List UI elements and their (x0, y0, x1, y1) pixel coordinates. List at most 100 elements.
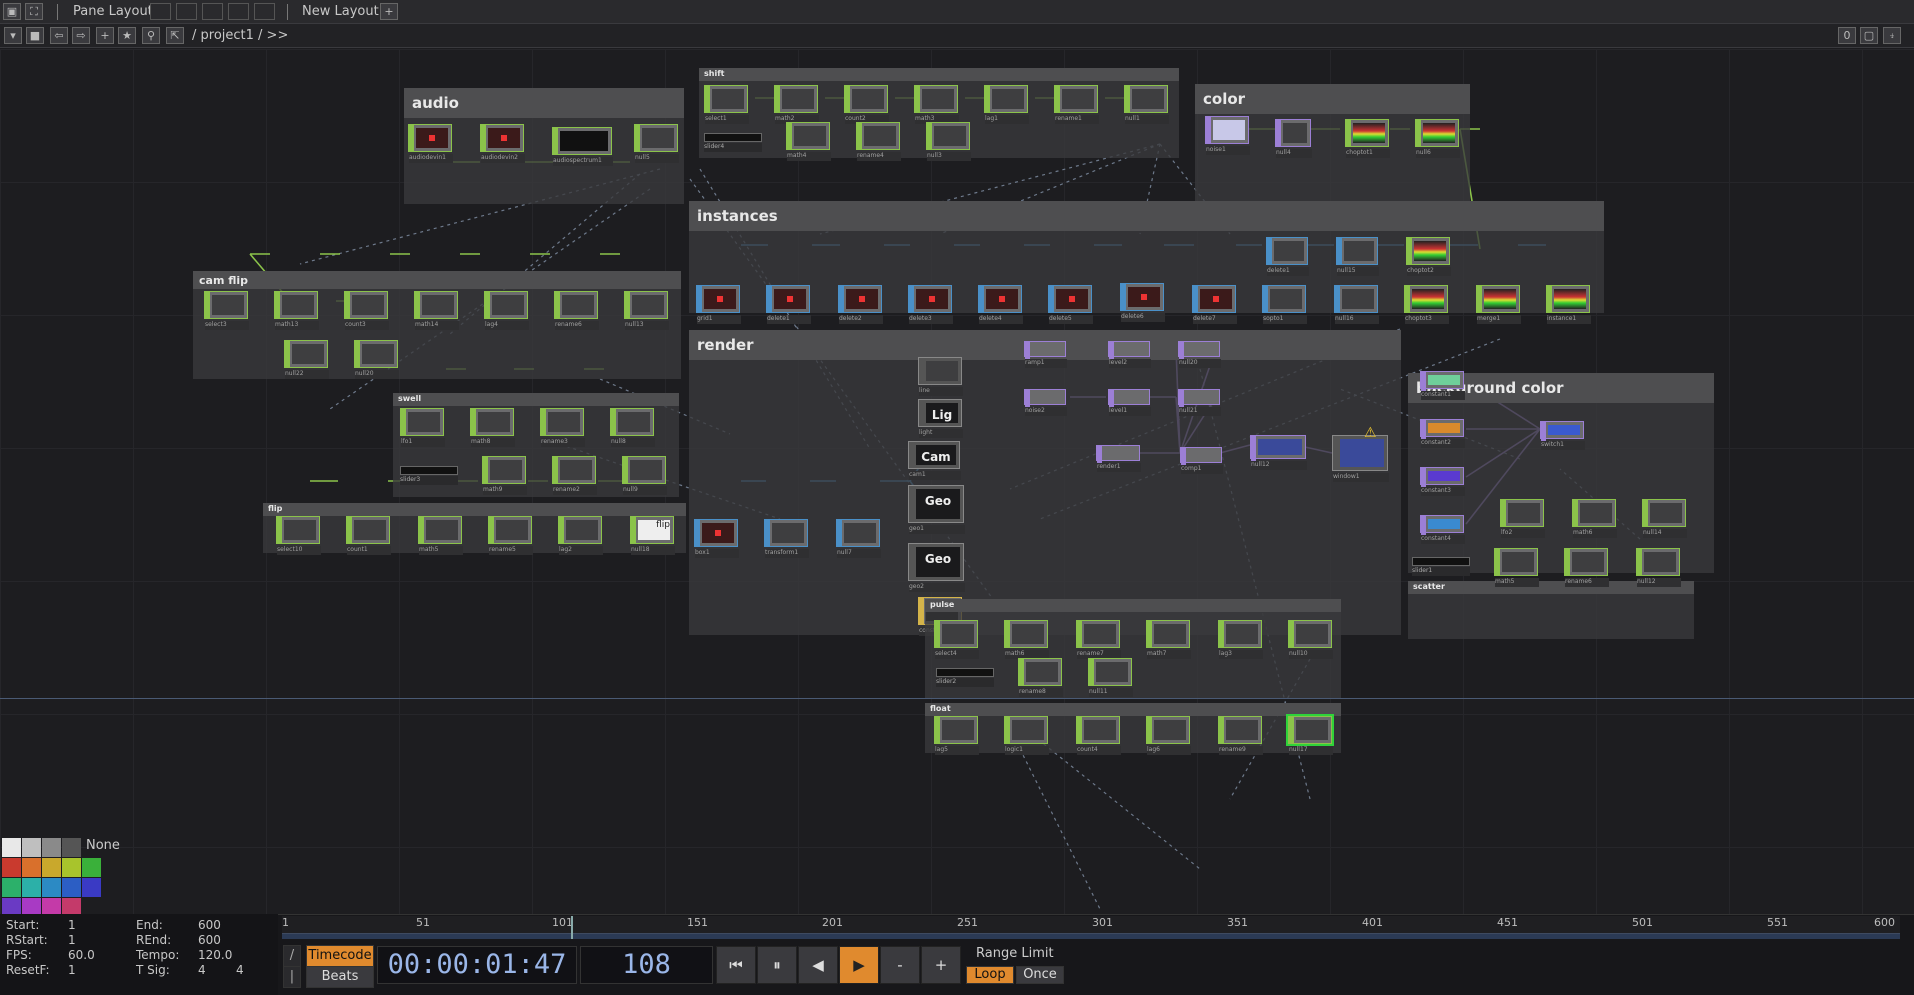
play-button[interactable]: ▶ (839, 946, 879, 984)
chop-node[interactable]: rename4 (856, 122, 901, 161)
chop-node[interactable]: null8 (610, 408, 655, 447)
chop-node[interactable]: null1 (1124, 85, 1169, 124)
chop-node[interactable]: null11 (1088, 658, 1133, 697)
maximize-icon[interactable]: ▢ (1860, 27, 1878, 44)
component-flip[interactable]: flip (263, 503, 686, 553)
tex-node[interactable]: null20 (1178, 341, 1221, 368)
top-node[interactable]: null16 (1334, 285, 1379, 324)
chop-node[interactable]: choptot2 (1406, 237, 1451, 276)
chop-node[interactable]: merge1 (1476, 285, 1521, 324)
chop-node[interactable]: lfo1 (400, 408, 445, 447)
chop-node[interactable]: math6 (1572, 499, 1617, 538)
chop-node[interactable]: rename8 (1018, 658, 1063, 697)
light-node[interactable]: Lig light (918, 399, 963, 438)
chop-node[interactable]: logic1 (1004, 716, 1049, 755)
top-node[interactable]: null15 (1336, 237, 1379, 276)
pause-button[interactable]: ⏸ (757, 946, 797, 984)
tex-node[interactable]: noise2 (1024, 389, 1067, 416)
step-back-button[interactable]: ◀ (798, 946, 838, 984)
forward-arrow-icon[interactable]: ⇨ (72, 27, 90, 44)
timeline-ruler[interactable]: 1 51 101 151 201 251 301 351 401 451 501… (282, 916, 1900, 934)
top-node[interactable]: delete6 (1120, 283, 1165, 322)
top-node[interactable]: delete7 (1192, 285, 1237, 324)
chop-node[interactable]: null12 (1636, 548, 1681, 587)
top-node[interactable]: box1 (694, 519, 739, 558)
add-layout-icon[interactable]: + (380, 3, 398, 20)
chop-node[interactable]: null22 (284, 340, 329, 379)
bar-icon[interactable]: | (283, 966, 301, 988)
palette-swatch[interactable] (2, 878, 21, 897)
tsig-denominator[interactable]: 4 (236, 963, 244, 977)
playhead[interactable] (571, 916, 573, 939)
tex-node[interactable]: ramp1 (1024, 341, 1067, 368)
chop-node[interactable]: lag6 (1146, 716, 1191, 755)
back-arrow-icon[interactable]: ⇦ (50, 27, 68, 44)
geo-node[interactable]: Geo geo2 (908, 543, 965, 592)
chop-node[interactable]: select1 (704, 85, 749, 124)
chop-node[interactable]: instance1 (1546, 285, 1591, 324)
chop-node[interactable]: choptot3 (1404, 285, 1449, 324)
chop-node[interactable]: lag2 (558, 516, 603, 555)
chop-node[interactable]: lfo2 (1500, 499, 1545, 538)
tex-node[interactable]: constant3 (1420, 467, 1465, 496)
component-float[interactable]: float (925, 703, 1341, 753)
tex-node[interactable]: render1 (1096, 445, 1141, 472)
chop-node[interactable]: lag3 (1218, 620, 1263, 659)
palette-swatch[interactable] (2, 838, 21, 857)
fps-value[interactable]: 60.0 (68, 948, 95, 962)
chop-node[interactable]: rename6 (1564, 548, 1609, 587)
palette-swatch[interactable] (2, 858, 21, 877)
chop-node[interactable]: select3 (204, 291, 249, 330)
chop-node[interactable]: audiodevin1 (408, 124, 453, 163)
start-value[interactable]: 1 (68, 918, 76, 932)
chop-node[interactable]: choptot1 (1345, 119, 1390, 158)
top-node[interactable]: null7 (836, 519, 881, 558)
resetf-value[interactable]: 1 (68, 963, 76, 977)
chop-node[interactable]: rename6 (554, 291, 599, 330)
stop-icon[interactable]: ■ (26, 27, 44, 44)
timeline-range-bar[interactable] (282, 934, 1900, 939)
chop-node[interactable]: select4 (934, 620, 979, 659)
chop-node[interactable]: rename9 (1218, 716, 1263, 755)
end-value[interactable]: 600 (198, 918, 221, 932)
top-node[interactable]: delete4 (978, 285, 1023, 324)
chop-node[interactable]: null14 (1642, 499, 1687, 538)
tex-node[interactable]: null4 (1275, 119, 1312, 158)
tex-node[interactable]: comp1 (1180, 447, 1223, 474)
palette-swatch[interactable] (82, 858, 101, 877)
tex-node[interactable]: noise1 (1205, 116, 1250, 155)
warning-icon[interactable]: ⚠ (1364, 425, 1377, 441)
layout-four-button[interactable] (254, 3, 275, 20)
tempo-value[interactable]: 120.0 (198, 948, 232, 962)
chop-node[interactable]: rename1 (1054, 85, 1099, 124)
chop-node[interactable]: math2 (774, 85, 819, 124)
frame-display[interactable]: 108 (580, 946, 713, 984)
slider-widget[interactable] (936, 668, 994, 677)
top-node[interactable]: delete1 (766, 285, 811, 324)
palette-swatch[interactable] (42, 838, 61, 857)
chop-node[interactable]: count4 (1076, 716, 1121, 755)
chop-node[interactable]: select10 (276, 516, 321, 555)
layout-split-h-button[interactable] (202, 3, 223, 20)
step-minus-button[interactable]: - (880, 946, 920, 984)
once-button[interactable]: Once (1016, 966, 1064, 984)
network-editor[interactable]: audio audiodevin1 audiodevin2 audiospect… (0, 49, 1914, 914)
chop-node[interactable]: math9 (482, 456, 527, 495)
parent-icon[interactable]: ⇱ (166, 27, 184, 44)
top-node[interactable]: grid1 (696, 285, 741, 324)
chop-node[interactable]: null3 (926, 122, 971, 161)
tex-node[interactable]: constant1 (1420, 371, 1465, 400)
loop-button[interactable]: Loop (966, 966, 1014, 984)
rewind-button[interactable]: ⏮ (716, 946, 756, 984)
palette-swatch[interactable] (42, 878, 61, 897)
chop-node[interactable]: null13 (624, 291, 669, 330)
slash-icon[interactable]: / (283, 945, 301, 967)
chop-node[interactable]: math6 (1004, 620, 1049, 659)
slider-widget[interactable] (1412, 557, 1470, 566)
chop-node[interactable]: rename2 (552, 456, 597, 495)
rend-value[interactable]: 600 (198, 933, 221, 947)
network-pane-icon[interactable]: ⛶ (25, 3, 43, 20)
beats-button[interactable]: Beats (306, 966, 374, 988)
palette-swatch[interactable] (22, 858, 41, 877)
pin-icon[interactable]: ⍖ (1883, 27, 1901, 44)
